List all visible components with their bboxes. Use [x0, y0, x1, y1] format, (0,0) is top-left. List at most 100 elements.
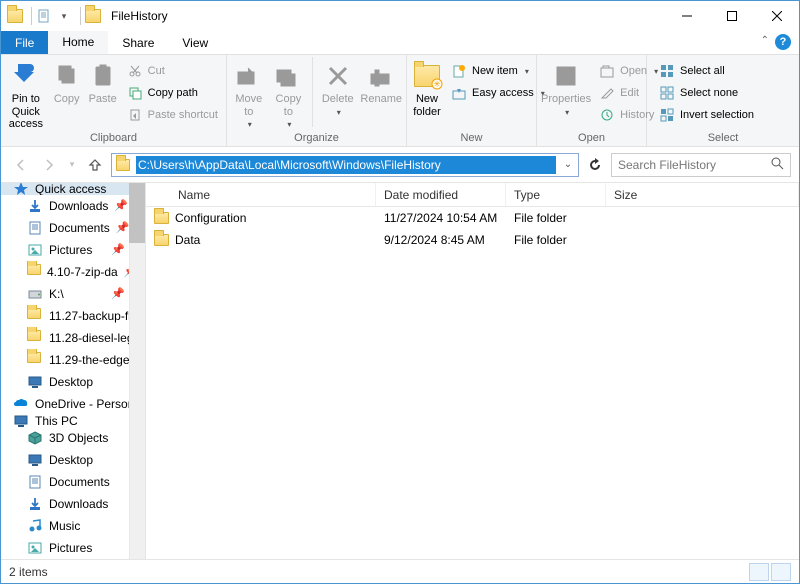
nav-quick-access[interactable]: Quick access: [1, 183, 145, 195]
nav-pc-item[interactable]: Pictures: [1, 537, 145, 559]
drive-icon: [27, 286, 43, 302]
svg-text:✳: ✳: [433, 79, 441, 89]
new-item-button[interactable]: New item▾: [447, 60, 549, 82]
forward-button[interactable]: [37, 153, 61, 177]
select-all-button[interactable]: Select all: [655, 60, 758, 82]
table-row[interactable]: Configuration11/27/2024 10:54 AMFile fol…: [146, 207, 799, 229]
folder-icon: [27, 330, 43, 346]
window-title: FileHistory: [111, 9, 168, 23]
edit-icon: [599, 85, 615, 101]
copy-to-button[interactable]: Copy to▾: [271, 57, 307, 129]
select-none-icon: [659, 85, 675, 101]
invert-selection-button[interactable]: Invert selection: [655, 104, 758, 126]
tab-share[interactable]: Share: [108, 31, 168, 54]
minimize-button[interactable]: [664, 2, 709, 31]
nav-qa-item[interactable]: Documents📌: [1, 217, 145, 239]
folder-icon: [27, 352, 43, 368]
pin-quick-access-button[interactable]: Pin to Quick access: [5, 57, 47, 131]
nav-scrollbar[interactable]: [129, 183, 145, 559]
status-item-count: 2 items: [9, 565, 48, 579]
copy-path-button[interactable]: Copy path: [123, 82, 222, 104]
select-group-label: Select: [651, 132, 795, 146]
nav-qa-item[interactable]: 4.10-7-zip-da📌: [1, 261, 145, 283]
nav-qa-item[interactable]: 11.27-backup-fil: [1, 305, 145, 327]
close-button[interactable]: [754, 2, 799, 31]
nav-pc-item[interactable]: 3D Objects: [1, 427, 145, 449]
properties-button[interactable]: Properties▾: [541, 57, 591, 117]
back-button[interactable]: [9, 153, 33, 177]
tab-file[interactable]: File: [1, 31, 48, 54]
nav-qa-item[interactable]: 11.29-the-edge-: [1, 349, 145, 371]
move-to-button[interactable]: Move to▾: [231, 57, 267, 129]
pin-icon: 📌: [116, 221, 130, 234]
3d-icon: [27, 430, 43, 446]
folder-icon: [154, 212, 169, 224]
nav-pc-item[interactable]: Desktop: [1, 449, 145, 471]
music-icon: [27, 518, 43, 534]
view-details-icon[interactable]: [749, 563, 769, 581]
open-icon: [599, 63, 615, 79]
nav-qa-item[interactable]: 11.28-diesel-lega: [1, 327, 145, 349]
rename-button[interactable]: Rename: [360, 57, 402, 106]
address-path[interactable]: C:\Users\h\AppData\Local\Microsoft\Windo…: [136, 156, 556, 174]
paste-button[interactable]: Paste: [87, 57, 119, 106]
clipboard-group-label: Clipboard: [5, 132, 222, 146]
copy-button[interactable]: Copy: [51, 57, 83, 106]
delete-button[interactable]: Delete▾: [319, 57, 356, 117]
search-input[interactable]: Search FileHistory: [611, 153, 791, 177]
address-dropdown-icon[interactable]: ⌄: [560, 159, 576, 170]
col-name[interactable]: Name: [146, 183, 376, 206]
col-size[interactable]: Size: [606, 183, 799, 206]
paste-shortcut-button[interactable]: Paste shortcut: [123, 104, 222, 126]
easy-access-button[interactable]: Easy access▾: [447, 82, 549, 104]
pin-icon: 📌: [111, 287, 125, 300]
pin-quick-access-label: Pin to Quick access: [5, 93, 47, 131]
doc-icon: [27, 220, 43, 236]
nav-pc-item[interactable]: Music: [1, 515, 145, 537]
col-date[interactable]: Date modified: [376, 183, 506, 206]
nav-onedrive[interactable]: OneDrive - Person: [1, 398, 145, 410]
nav-pc-item[interactable]: Documents: [1, 471, 145, 493]
new-folder-button[interactable]: ✳ New folder: [411, 57, 443, 118]
file-rows: Configuration11/27/2024 10:54 AMFile fol…: [146, 207, 799, 559]
pic-icon: [27, 242, 43, 258]
maximize-button[interactable]: [709, 2, 754, 31]
recent-dropdown[interactable]: ▾: [65, 153, 79, 177]
address-bar[interactable]: C:\Users\h\AppData\Local\Microsoft\Windo…: [111, 153, 579, 177]
title-doc-icon: [36, 8, 52, 24]
nav-pc-item[interactable]: Downloads: [1, 493, 145, 515]
help-icon[interactable]: ?: [775, 34, 791, 50]
select-all-icon: [659, 63, 675, 79]
address-folder-icon: [114, 156, 132, 174]
tab-view[interactable]: View: [168, 31, 222, 54]
nav-qa-item[interactable]: Pictures📌: [1, 239, 145, 261]
ribbon-tabs: File Home Share View ⌃ ?: [1, 31, 799, 55]
copy-path-icon: [127, 85, 143, 101]
col-type[interactable]: Type: [506, 183, 606, 206]
view-mode-icons[interactable]: [749, 563, 791, 581]
nav-qa-item[interactable]: Desktop: [1, 371, 145, 393]
title-folder-icon-2: [85, 8, 101, 24]
table-row[interactable]: Data9/12/2024 8:45 AMFile folder: [146, 229, 799, 251]
up-button[interactable]: [83, 153, 107, 177]
select-none-button[interactable]: Select none: [655, 82, 758, 104]
nav-this-pc[interactable]: This PC: [1, 415, 145, 427]
cut-button[interactable]: Cut: [123, 60, 222, 82]
paste-shortcut-icon: [127, 107, 143, 123]
collapse-ribbon-icon[interactable]: ⌃: [761, 35, 769, 46]
nav-qa-item[interactable]: K:\📌: [1, 283, 145, 305]
history-icon: [599, 107, 615, 123]
search-icon: [771, 157, 784, 173]
folder-icon: [27, 264, 41, 280]
desktop-icon: [27, 452, 43, 468]
navigation-pane: Quick access Downloads📌Documents📌Picture…: [1, 183, 146, 559]
download-icon: [27, 496, 43, 512]
refresh-button[interactable]: [583, 153, 607, 177]
doc-icon: [27, 474, 43, 490]
folder-icon: [154, 234, 169, 246]
nav-qa-item[interactable]: Downloads📌: [1, 195, 145, 217]
new-item-icon: [451, 63, 467, 79]
tab-home[interactable]: Home: [48, 31, 108, 54]
title-chevron-icon[interactable]: ▾: [56, 8, 72, 24]
view-large-icons-icon[interactable]: [771, 563, 791, 581]
